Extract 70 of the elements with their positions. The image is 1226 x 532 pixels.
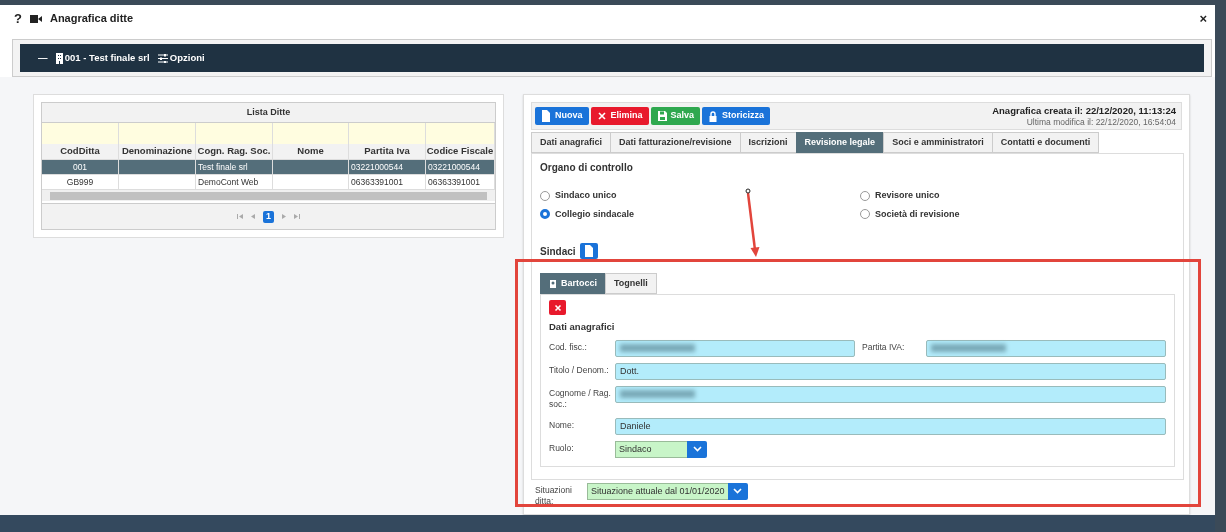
table-cell: DemoCont Web — [198, 175, 259, 189]
chevron-down-icon — [692, 446, 702, 453]
last-page-icon[interactable] — [293, 213, 300, 221]
close-icon — [553, 303, 562, 312]
chevron-down-icon — [733, 488, 743, 495]
tab[interactable]: Soci e amministratori — [883, 132, 993, 154]
new-button[interactable]: Nuova — [535, 107, 589, 126]
created-date: Anagrafica creata il: 22/12/2020, 11:13:24 — [992, 105, 1176, 117]
radio-option[interactable]: Società di revisione — [860, 207, 1175, 222]
radio-option[interactable]: Revisore unico — [860, 189, 1175, 203]
radio-button[interactable] — [540, 190, 550, 201]
table-row[interactable]: 001 Test finale srl 03221000544 03221000544 — [42, 159, 495, 175]
field-label: Situazioni ditta: — [534, 483, 573, 507]
modified-date: Ultima modifica il: 22/12/2020, 16:54:04 — [1025, 116, 1176, 127]
table-cell: 06363391001 — [428, 175, 480, 189]
tab[interactable]: Dati fatturazione/revisione — [610, 132, 741, 154]
field-label: Cod. fisc.: — [549, 340, 588, 353]
tab[interactable]: Dati anagrafici — [531, 132, 612, 154]
building-icon — [55, 52, 63, 64]
previous-page-icon[interactable] — [250, 213, 257, 221]
user-card-icon — [549, 279, 557, 289]
document-icon — [541, 110, 551, 123]
close-button[interactable]: × — [1199, 8, 1207, 29]
table-title: Lista Ditte — [42, 103, 495, 124]
input-field[interactable]: Daniele — [615, 417, 1166, 435]
tab[interactable]: Contatti e documenti — [991, 132, 1100, 154]
collapse-button[interactable]: — — [38, 50, 48, 66]
options-menu[interactable]: Opzioni — [157, 50, 205, 66]
tab[interactable]: Tognelli — [605, 273, 657, 295]
page-button[interactable]: 1 — [263, 210, 274, 223]
company-name: 001 - Test finale srl — [64, 50, 150, 65]
section-title: Organo di controllo — [540, 161, 634, 176]
tab[interactable]: Revisione legale — [795, 132, 885, 154]
field-label: Cognome / Rag. soc.: — [549, 386, 612, 410]
input-field[interactable] — [926, 339, 1166, 357]
archive-button[interactable]: Storicizza — [702, 107, 771, 126]
table-cell: GB999 — [66, 175, 94, 189]
horizontal-scrollbar[interactable] — [42, 189, 495, 202]
sliders-icon — [157, 53, 168, 63]
input-field[interactable] — [615, 339, 855, 357]
tab[interactable]: Bartocci — [540, 273, 606, 295]
radio-button[interactable] — [860, 209, 870, 220]
radio-button[interactable] — [860, 190, 870, 201]
table-cell: 001 — [72, 160, 88, 174]
video-camera-icon — [29, 14, 42, 23]
radio-button[interactable] — [540, 209, 550, 220]
radio-option[interactable]: Collegio sindacale — [540, 207, 860, 222]
table-cell: 03221000544 — [351, 160, 403, 174]
input-field[interactable]: Dott. — [615, 362, 1166, 380]
section-title: Sindaci — [540, 244, 576, 259]
document-icon — [584, 245, 594, 258]
radio-option[interactable]: Sindaco unico — [540, 189, 860, 203]
input-field[interactable] — [615, 385, 1166, 403]
field-label: Titolo / Denom.: — [549, 363, 610, 376]
tab[interactable]: Iscrizioni — [739, 132, 797, 154]
delete-button[interactable] — [549, 300, 566, 316]
first-page-icon[interactable] — [237, 213, 244, 221]
lock-icon — [708, 110, 719, 123]
section-title: Dati anagrafici — [549, 319, 616, 334]
add-button[interactable] — [579, 243, 598, 260]
field-label: Partita IVA: — [862, 340, 906, 353]
window-title: Anagrafica ditte — [49, 11, 134, 27]
table-cell: 03221000544 — [428, 160, 480, 174]
field-label: Ruolo: — [549, 441, 575, 454]
table-cell: 06363391001 — [351, 175, 403, 189]
help-button[interactable]: ? — [14, 8, 22, 29]
field-label: Nome: — [549, 418, 576, 431]
delete-button[interactable]: Elimina — [590, 107, 649, 126]
table-cell: Test finale srl — [198, 160, 248, 174]
next-page-icon[interactable] — [280, 213, 287, 221]
